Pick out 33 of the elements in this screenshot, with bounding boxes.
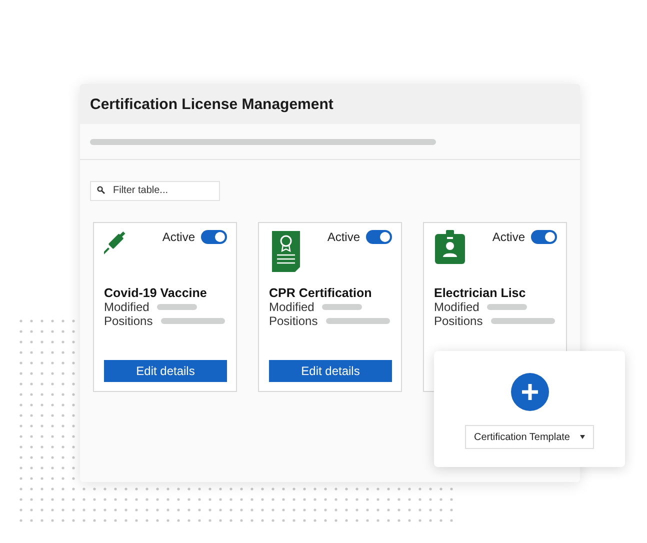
positions-label: Positions bbox=[104, 314, 153, 328]
placeholder-bar bbox=[322, 304, 362, 310]
modified-label: Modified bbox=[269, 300, 314, 314]
modified-label: Modified bbox=[434, 300, 480, 314]
add-button[interactable] bbox=[510, 373, 548, 411]
card-title: Electrician Lisc bbox=[434, 286, 527, 300]
plus-icon bbox=[520, 382, 540, 402]
placeholder-bar bbox=[157, 304, 198, 310]
window-title: Certification License Management bbox=[90, 96, 334, 112]
placeholder-bar bbox=[487, 304, 528, 310]
status-label: Active bbox=[327, 230, 360, 244]
id-badge-icon bbox=[434, 230, 466, 264]
syringe-icon bbox=[104, 230, 128, 256]
placeholder-bar bbox=[326, 318, 390, 324]
edit-details-button[interactable]: Edit details bbox=[269, 360, 392, 382]
status-label: Active bbox=[492, 230, 525, 244]
placeholder-bar bbox=[160, 318, 225, 324]
card-title: Covid-19 Vaccine bbox=[104, 286, 208, 300]
certificate-icon bbox=[269, 230, 303, 272]
search-icon bbox=[97, 186, 105, 194]
status-label: Active bbox=[162, 230, 195, 244]
card-title: CPR Certification bbox=[269, 286, 373, 300]
template-select[interactable]: Certification Template bbox=[465, 425, 594, 449]
active-toggle[interactable] bbox=[201, 230, 227, 244]
filter-field[interactable]: Filter table... bbox=[90, 180, 220, 200]
edit-details-button[interactable]: Edit details bbox=[104, 360, 227, 382]
active-toggle[interactable] bbox=[531, 230, 557, 244]
active-toggle[interactable] bbox=[366, 230, 392, 244]
positions-label: Positions bbox=[434, 314, 483, 328]
modified-label: Modified bbox=[104, 300, 150, 314]
caret-icon bbox=[580, 435, 585, 439]
placeholder-bar bbox=[490, 318, 555, 324]
positions-label: Positions bbox=[269, 314, 318, 328]
